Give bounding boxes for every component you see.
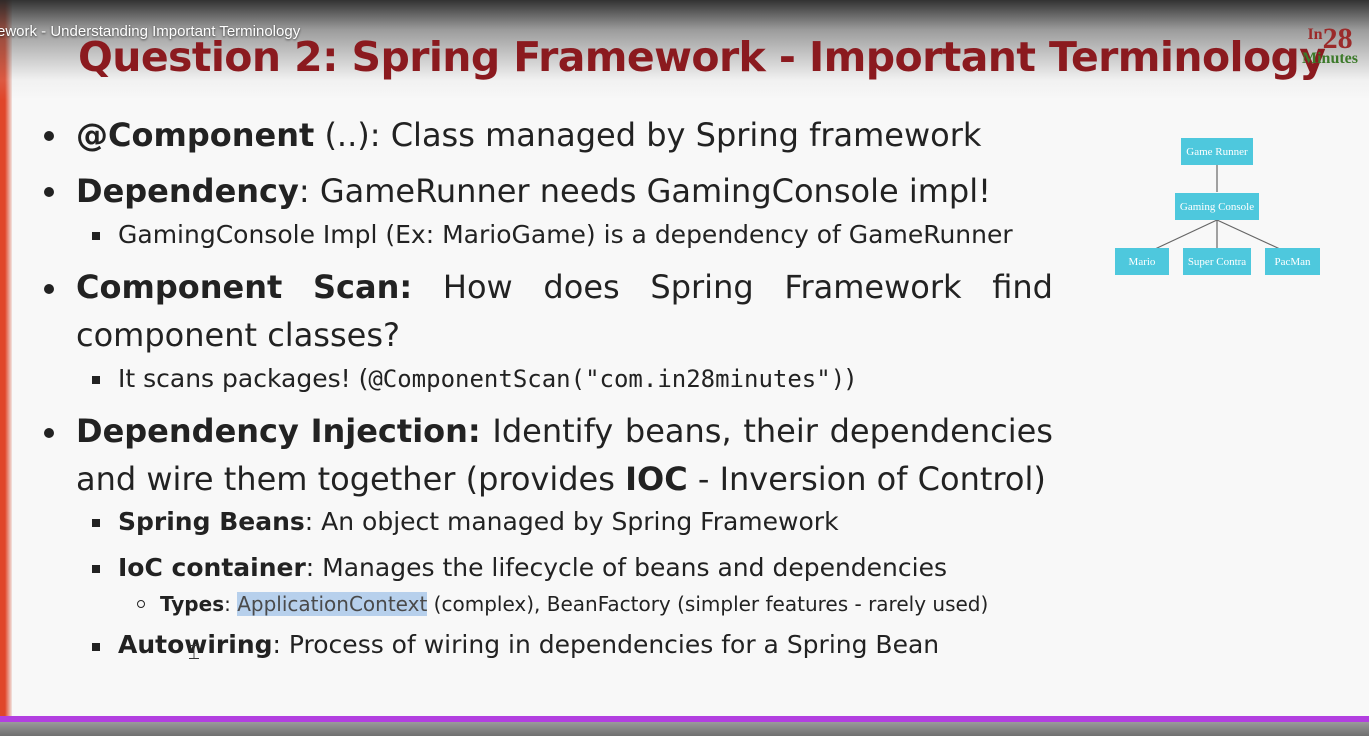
sub-bullet-square [92, 376, 100, 384]
sub-bullet-types: Types: ApplicationContext (complex), Bea… [160, 592, 988, 616]
ioc-container-bold: IoC container [118, 553, 306, 582]
text-cursor-icon: ⌶ [188, 640, 200, 664]
bullet-dependency: Dependency: GameRunner needs GamingConso… [76, 172, 991, 210]
scan-sub-prefix: It scans packages! ( [118, 364, 369, 393]
sub-bullet-scan: It scans packages! (@ComponentScan("com.… [118, 364, 855, 393]
video-controls-strip [0, 722, 1369, 736]
sub-bullet-autowiring: Autowiring: Process of wiring in depende… [118, 630, 939, 659]
ioc-container-text: : Manages the lifecycle of beans and dep… [305, 553, 947, 582]
node-gaming-console: Gaming Console [1175, 193, 1259, 220]
injection-word: dependencies [829, 412, 1053, 450]
spring-beans-bold: Spring Beans [118, 507, 305, 536]
injection-word: Identify [492, 412, 614, 450]
scan-word: Spring [650, 268, 754, 306]
bullet-component: @Component (..): Class managed by Spring… [76, 116, 981, 154]
types-text: (complex), BeanFactory (simpler features… [427, 592, 989, 616]
node-game-runner: Game Runner [1181, 138, 1253, 165]
injection-word: beans, [624, 412, 732, 450]
injection-ioc: IOC [625, 460, 688, 498]
spring-beans-text: : An object managed by Spring Framework [304, 507, 839, 536]
sub-bullet-square [92, 565, 100, 573]
node-super-contra: Super Contra [1183, 248, 1251, 275]
scan-word: Framework [784, 268, 962, 306]
bullet-dependency-text: : GameRunner needs GamingConsole impl! [298, 172, 991, 210]
scan-sub-suffix: ) [845, 364, 855, 393]
sub-bullet-dependency: GamingConsole Impl (Ex: MarioGame) is a … [118, 220, 1013, 249]
bullet-dot [44, 284, 54, 294]
sub-bullet-square [92, 643, 100, 651]
in28minutes-logo: In28 Minutes [1297, 22, 1363, 76]
scan-word: find [992, 268, 1053, 306]
injection-line2-a: and wire them together (provides [76, 460, 626, 498]
sub-bullet-square [92, 519, 100, 527]
types-colon: : [224, 592, 238, 616]
bullet-component-text: (..): Class managed by Spring framework [314, 116, 982, 154]
sub-bullet-spring-beans: Spring Beans: An object managed by Sprin… [118, 507, 839, 536]
bullet-dot [44, 131, 54, 141]
bullet-scan-line1: Component Scan: How does Spring Framewor… [76, 268, 1053, 306]
injection-line2-c: - Inversion of Control) [687, 460, 1046, 498]
component-scan-code: @ComponentScan("com.in28minutes") [368, 365, 846, 393]
bullet-injection-line1: Dependency Injection: Identify beans, th… [76, 412, 1053, 450]
slide-title: Question 2: Spring Framework - Important… [78, 33, 1326, 81]
scan-word: Scan: [312, 268, 413, 306]
sub-sub-bullet-circle [137, 600, 145, 608]
autowiring-text: : Process of wiring in dependencies for … [272, 630, 940, 659]
types-bold: Types [160, 592, 225, 616]
injection-word: Injection: [310, 412, 481, 450]
bullet-dot [44, 428, 54, 438]
application-context-highlight[interactable]: ApplicationContext [237, 592, 428, 616]
sub-bullet-ioc-container: IoC container: Manages the lifecycle of … [118, 553, 947, 582]
node-mario: Mario [1115, 248, 1169, 275]
injection-word: Dependency [76, 412, 299, 450]
sub-bullet-square [92, 232, 100, 240]
scan-word: Component [76, 268, 283, 306]
scan-word: does [543, 268, 620, 306]
bullet-scan-line2: component classes? [76, 316, 400, 354]
bullet-component-bold: @Component [76, 116, 315, 154]
video-frame-edge [0, 0, 12, 736]
dependency-diagram: Game Runner Gaming Console Mario Super C… [1110, 132, 1330, 282]
bullet-injection-line2: and wire them together (provides IOC - I… [76, 460, 1046, 498]
logo-in: In [1307, 26, 1323, 43]
bullet-dot [44, 187, 54, 197]
bullet-dependency-bold: Dependency [76, 172, 299, 210]
node-pacman: PacMan [1265, 248, 1320, 275]
scan-word: How [442, 268, 513, 306]
logo-minutes: Minutes [1302, 50, 1358, 67]
injection-word: their [743, 412, 818, 450]
